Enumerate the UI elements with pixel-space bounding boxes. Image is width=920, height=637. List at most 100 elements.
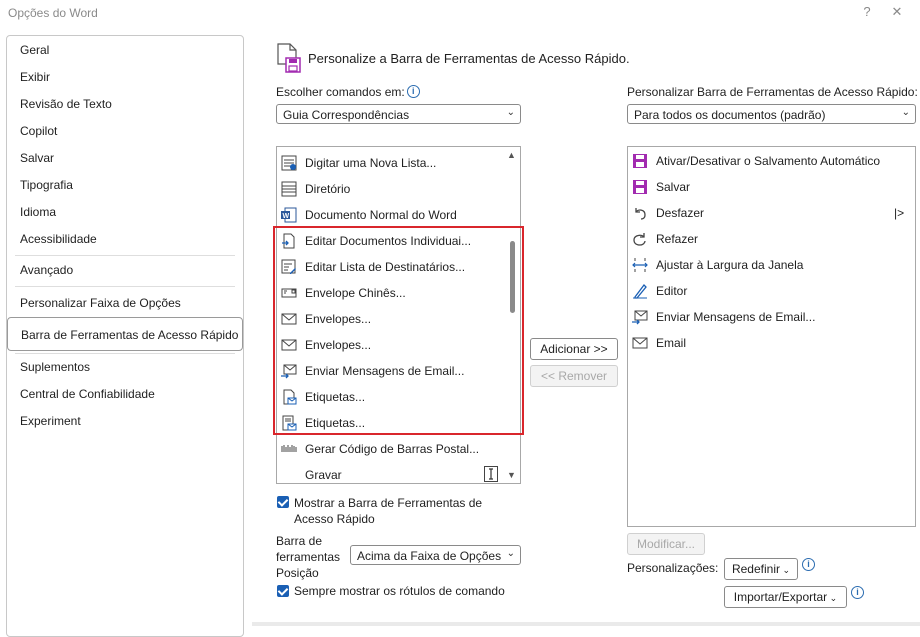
directory-icon (281, 181, 297, 197)
info-icon[interactable]: i (851, 586, 864, 599)
position-label-line2: ferramentas (276, 549, 340, 565)
sidebar-item-personalizar-faixa[interactable]: Personalizar Faixa de Opções (7, 292, 243, 314)
toolbar-position-select[interactable]: Acima da Faixa de Opções ⌄ (350, 545, 521, 565)
edit-individual-documents-icon (281, 233, 297, 249)
customize-toolbar-select[interactable]: Para todos os documentos (padrão) ⌄ (627, 104, 916, 124)
position-label-line3: Posição (276, 565, 340, 581)
redo-icon (632, 231, 648, 247)
choose-commands-value: Guia Correspondências (283, 108, 409, 122)
reset-button[interactable]: Redefinir ⌄ (724, 558, 798, 580)
import-export-button-label: Importar/Exportar (734, 590, 827, 604)
list-item[interactable]: Diretório (277, 176, 505, 202)
editor-icon (632, 283, 648, 299)
list-item[interactable]: Enviar Mensagens de Email... (628, 304, 915, 330)
personalizations-label: Personalizações: (627, 561, 718, 575)
modify-button[interactable]: Modificar... (627, 533, 705, 555)
undo-icon (632, 205, 648, 221)
toolbar-position-label: Barra de ferramentas Posição (276, 533, 340, 581)
sidebar-item-experiment[interactable]: Experiment (7, 410, 243, 432)
save-icon (632, 179, 648, 195)
commands-scrollbar[interactable]: ▲ ▼ (504, 147, 520, 483)
postal-barcode-icon (281, 441, 297, 457)
list-item[interactable]: Envelope Chinês... (277, 280, 505, 306)
fit-width-icon (632, 257, 648, 273)
list-item[interactable]: Envelopes... (277, 306, 505, 332)
help-button[interactable]: ? (856, 4, 878, 19)
always-show-labels-checkbox[interactable] (277, 585, 289, 597)
customize-toolbar-label: Personalizar Barra de Ferramentas de Ace… (627, 85, 920, 99)
sidebar-item-acessibilidade[interactable]: Acessibilidade (7, 228, 243, 250)
list-item[interactable]: Salvar (628, 174, 915, 200)
chevron-down-icon: ⌄ (827, 593, 837, 603)
labels-icon (281, 415, 297, 431)
options-sidebar: Geral Exibir Revisão de Texto Copilot Sa… (6, 35, 244, 637)
modify-button-label: Modificar... (637, 537, 695, 551)
sidebar-divider (15, 286, 235, 287)
list-item[interactable]: Digitar uma Nova Lista... (277, 150, 505, 176)
show-toolbar-checkbox[interactable] (277, 496, 289, 508)
info-icon[interactable]: i (407, 85, 420, 98)
list-item[interactable]: Editar Documentos Individuai... (277, 228, 505, 254)
list-item[interactable]: Etiquetas... (277, 384, 505, 410)
envelope-icon (281, 311, 297, 327)
chevron-down-icon: ⌄ (507, 107, 515, 118)
info-icon[interactable]: i (802, 558, 815, 571)
sidebar-item-tipografia[interactable]: Tipografia (7, 174, 243, 196)
close-button[interactable]: ✕ (886, 4, 908, 20)
edit-recipient-list-icon (281, 259, 297, 275)
list-item[interactable]: W Documento Normal do Word (277, 202, 505, 228)
autosave-icon (632, 153, 648, 169)
send-email-icon (632, 309, 648, 325)
sidebar-item-revisao[interactable]: Revisão de Texto (7, 93, 243, 115)
sidebar-item-avancado[interactable]: Avançado (7, 259, 243, 281)
sidebar-item-central-confiabilidade[interactable]: Central de Confiabilidade (7, 383, 243, 405)
choose-commands-text: Escolher comandos em: (276, 85, 405, 99)
show-toolbar-label: Mostrar a Barra de Ferramentas de Acesso… (294, 495, 524, 527)
sidebar-item-exibir[interactable]: Exibir (7, 66, 243, 88)
submenu-chevron-icon[interactable]: |> (894, 200, 904, 226)
email-icon (632, 335, 648, 351)
add-button-label: Adicionar >> (540, 342, 607, 356)
sidebar-item-suplementos[interactable]: Suplementos (7, 356, 243, 378)
sidebar-divider (15, 255, 235, 256)
page-title: Personalize a Barra de Ferramentas de Ac… (308, 51, 630, 66)
quick-access-toolbar-icon (276, 42, 302, 74)
list-item[interactable]: Desfazer |> (628, 200, 915, 226)
svg-text:W: W (283, 213, 290, 220)
sidebar-item-copilot[interactable]: Copilot (7, 120, 243, 142)
customize-toolbar-text: Personalizar Barra de Ferramentas de Ace… (627, 85, 918, 99)
sidebar-divider (15, 353, 235, 354)
text-cursor-icon (484, 466, 498, 482)
new-list-icon (281, 155, 297, 171)
list-item[interactable]: Editar Lista de Destinatários... (277, 254, 505, 280)
sidebar-item-idioma[interactable]: Idioma (7, 201, 243, 223)
list-item[interactable]: Ativar/Desativar o Salvamento Automático (628, 148, 915, 174)
add-button[interactable]: Adicionar >> (530, 338, 618, 360)
scroll-down-icon[interactable]: ▼ (507, 470, 516, 480)
customize-toolbar-value: Para todos os documentos (padrão) (634, 108, 825, 122)
list-item[interactable]: Gerar Código de Barras Postal... (277, 436, 505, 462)
choose-commands-select[interactable]: Guia Correspondências ⌄ (276, 104, 521, 124)
list-item[interactable]: Envelopes... (277, 332, 505, 358)
sidebar-item-geral[interactable]: Geral (7, 39, 243, 61)
import-export-button[interactable]: Importar/Exportar ⌄ (724, 586, 847, 608)
sidebar-item-barra-acesso-rapido[interactable]: Barra de Ferramentas de Acesso Rápido (7, 317, 243, 351)
scroll-thumb[interactable] (510, 241, 515, 313)
list-item[interactable]: Refazer (628, 226, 915, 252)
available-commands-list[interactable]: Digitar uma Nova Lista... Diretório W Do… (276, 146, 521, 484)
remove-button[interactable]: << Remover (530, 365, 618, 387)
list-item[interactable]: Gravar (277, 462, 505, 484)
list-item[interactable]: Etiquetas... (277, 410, 505, 436)
sidebar-item-salvar[interactable]: Salvar (7, 147, 243, 169)
list-item[interactable]: Ajustar à Largura da Janela (628, 252, 915, 278)
send-email-icon (281, 363, 297, 379)
toolbar-commands-list[interactable]: Ativar/Desativar o Salvamento Automático… (627, 146, 916, 527)
list-item[interactable]: Enviar Mensagens de Email... (277, 358, 505, 384)
title-bar: Opções do Word ? ✕ (0, 0, 920, 28)
list-item[interactable]: Email (628, 330, 915, 356)
remove-button-label: << Remover (541, 369, 607, 383)
list-item[interactable]: Editor (628, 278, 915, 304)
position-label-line1: Barra de (276, 533, 340, 549)
scroll-up-icon[interactable]: ▲ (507, 150, 516, 160)
choose-commands-label: Escolher comandos em:i (276, 85, 420, 99)
